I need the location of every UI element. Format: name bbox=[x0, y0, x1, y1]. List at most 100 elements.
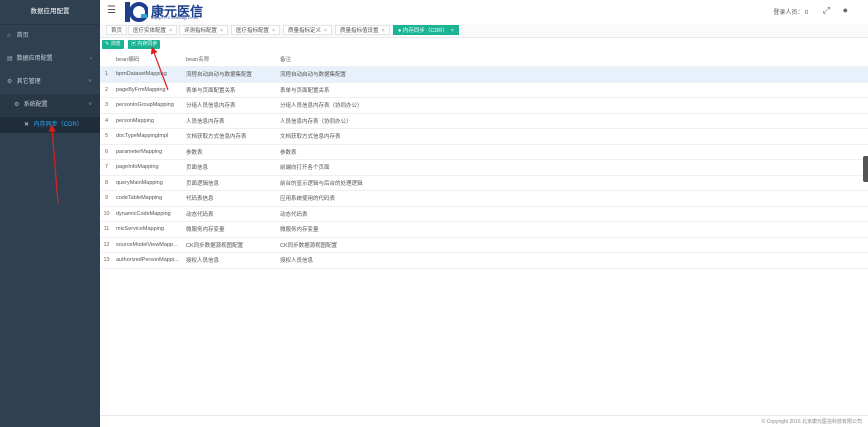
tab-label: 医疗指标配置 bbox=[236, 28, 270, 34]
footer: © Copyright 2016 北京康元医信科技有限公司 bbox=[100, 415, 868, 427]
table-row[interactable]: 11 micServiceMapping 微服务内存变量 微服务内存变量 bbox=[100, 221, 868, 238]
row-number: 10 bbox=[100, 206, 113, 222]
bean-name-cell: 微服务内存变量 bbox=[183, 221, 277, 238]
table-row[interactable]: 7 pageInfoMapping 页面信息 前端向打开各个页面 bbox=[100, 159, 868, 176]
tab-quality-define[interactable]: 质量指标定义 × bbox=[283, 25, 333, 35]
column-header[interactable]: bean编码 bbox=[113, 52, 183, 67]
browse-button-label: 浏览 bbox=[110, 41, 121, 47]
column-header[interactable]: bean名称 bbox=[183, 52, 277, 67]
table-header-row: bean编码 bean名称 备注 bbox=[100, 52, 868, 67]
remark-cell: 分组人员信息内存表（协同办公） bbox=[277, 97, 868, 114]
memory-sync-button-label: 内存同步 bbox=[137, 41, 158, 47]
browse-button[interactable]: ✎ 浏览 bbox=[102, 40, 124, 49]
data-table: bean编码 bean名称 备注 1 bpmDatasetMapping 流程自动启… bbox=[100, 52, 868, 269]
remark-cell: CK同步数据源视图配置 bbox=[277, 237, 868, 253]
remark-cell: 授权人员信息 bbox=[277, 252, 868, 269]
table-row[interactable]: 3 personInGroupMapping 分组人员信息内存表 分组人员信息内存表（… bbox=[100, 97, 868, 114]
tools-icon: ✕ bbox=[24, 122, 30, 128]
table-row[interactable]: 5 docTypeMappingImpl 文档获取方式信息内存表 文档获取方式信息内存… bbox=[100, 128, 868, 145]
close-icon[interactable]: × bbox=[324, 28, 327, 34]
row-number: 4 bbox=[100, 113, 113, 129]
home-icon: ⌂ bbox=[7, 33, 11, 39]
row-number: 1 bbox=[100, 66, 113, 83]
sidebar-item-memory-sync[interactable]: ✕ 内存同步（CDR） bbox=[0, 117, 100, 133]
login-user-name: it bbox=[805, 10, 808, 16]
row-number: 5 bbox=[100, 128, 113, 145]
tab-medical-entity[interactable]: 医疗实体配置 × bbox=[128, 25, 178, 35]
menu-toggle-icon[interactable]: ☰ bbox=[107, 6, 116, 16]
sidebar-item-label: 首页 bbox=[16, 33, 29, 39]
side-scroll-handle[interactable] bbox=[863, 156, 868, 182]
bean-code-cell: personInGroupMapping bbox=[113, 97, 183, 114]
table-row[interactable]: 6 parameterMapping 参数表 参数表 bbox=[100, 144, 868, 160]
tab-label: 质量指标值设置 bbox=[340, 28, 379, 34]
bean-name-cell: 人员信息内存表 bbox=[183, 113, 277, 129]
chevron-down-icon: ˅ bbox=[88, 79, 92, 85]
bean-code-cell: bpmDatasetMapping bbox=[113, 66, 183, 83]
remark-cell: 前端向打开各个页面 bbox=[277, 159, 868, 176]
row-number: 8 bbox=[100, 175, 113, 191]
tab-label: 医疗实体配置 bbox=[133, 28, 167, 34]
table-row[interactable]: 8 queryMainMapping 页面逻辑信息 前台的显示逻辑与后台的处理逻辑 bbox=[100, 175, 868, 191]
memory-sync-button[interactable]: ▣ 内存同步 bbox=[128, 40, 161, 49]
table-row[interactable]: 9 codeTableMapping 代码表信息 应用系统使用的代码表 bbox=[100, 190, 868, 207]
table-row[interactable]: 10 dynamicCodeMapping 动态代码表 动态代码表 bbox=[100, 206, 868, 222]
bean-name-cell: 流程自动启动与数据集配置 bbox=[183, 66, 277, 83]
tab-memory-sync[interactable]: ● 内存同步（CDR） × bbox=[393, 25, 459, 35]
close-icon[interactable]: × bbox=[220, 28, 223, 34]
toolbar: ✎ 浏览 ▣ 内存同步 bbox=[100, 38, 868, 52]
row-number: 2 bbox=[100, 82, 113, 98]
tab-label: 首页 bbox=[111, 28, 123, 34]
row-number: 7 bbox=[100, 159, 113, 176]
table-row[interactable]: 13 authorizedPersonMappi... 授权人员信息 授权人员信息 bbox=[100, 252, 868, 269]
fullscreen-icon[interactable]: ⤢ bbox=[823, 5, 830, 15]
chevron-down-icon: ˅ bbox=[88, 102, 92, 108]
table-row[interactable]: 1 bpmDatasetMapping 流程自动启动与数据集配置 流程自动启动与数据集… bbox=[100, 66, 868, 83]
row-number: 12 bbox=[100, 237, 113, 253]
bean-name-cell: 参数表 bbox=[183, 144, 277, 160]
sidebar-item-label: 内存同步（CDR） bbox=[33, 122, 83, 128]
edit-icon: ✎ bbox=[105, 41, 110, 47]
remark-cell: 文档获取方式信息内存表 bbox=[277, 128, 868, 145]
top-bar: ☰ 康元医信 Beijing KYYX Technology Co.,Ltd 登… bbox=[100, 0, 868, 25]
database-icon: ▤ bbox=[7, 56, 13, 62]
login-user-label: 登录人员： bbox=[773, 10, 804, 16]
table-row[interactable]: 4 personMapping 人员信息内存表 人员信息内存表（协同办公） bbox=[100, 113, 868, 129]
settings-icon: ⚙ bbox=[7, 79, 13, 85]
row-number: 9 bbox=[100, 190, 113, 207]
tab-quality-value[interactable]: 质量指标值设置 × bbox=[335, 25, 390, 35]
remark-cell: 应用系统使用的代码表 bbox=[277, 190, 868, 207]
remark-cell: 流程自动启动与数据集配置 bbox=[277, 66, 868, 83]
table-row[interactable]: 2 pageByFrmMapping 表单与页面配置关系 表单与页面配置关系 bbox=[100, 82, 868, 98]
tab-label: 内存同步（CDR） bbox=[402, 28, 448, 34]
bean-code-cell: codeTableMapping bbox=[113, 190, 183, 207]
sidebar-item-data-config[interactable]: ▤ 数据应用配置 ‹ bbox=[0, 48, 100, 71]
tab-medical-indicator[interactable]: 医疗指标配置 × bbox=[231, 25, 281, 35]
close-icon[interactable]: × bbox=[272, 28, 275, 34]
remark-cell: 动态代码表 bbox=[277, 206, 868, 222]
sidebar-item-home[interactable]: ⌂ 首页 bbox=[0, 25, 100, 48]
tab-home[interactable]: 首页 bbox=[106, 25, 128, 35]
bean-name-cell: 动态代码表 bbox=[183, 206, 277, 222]
bean-code-cell: dynamicCodeMapping bbox=[113, 206, 183, 222]
row-number: 11 bbox=[100, 221, 113, 238]
remark-cell: 前台的显示逻辑与后台的处理逻辑 bbox=[277, 175, 868, 191]
user-icon[interactable]: ● bbox=[843, 5, 848, 15]
tab-eval-indicator[interactable]: 评测指标配置 × bbox=[179, 25, 229, 35]
dot-icon: ● bbox=[398, 28, 402, 34]
column-header[interactable]: 备注 bbox=[277, 52, 868, 67]
copyright: © Copyright 2016 北京康元医信科技有限公司 bbox=[761, 419, 862, 425]
bean-code-cell: parameterMapping bbox=[113, 144, 183, 160]
close-icon[interactable]: × bbox=[382, 28, 385, 34]
row-number: 3 bbox=[100, 97, 113, 114]
sync-icon: ▣ bbox=[131, 41, 137, 47]
close-icon[interactable]: × bbox=[169, 28, 172, 34]
tab-label: 质量指标定义 bbox=[288, 28, 322, 34]
table-row[interactable]: 12 sourceModelViewMapp... CK同步数据源视图配置 CK同步数… bbox=[100, 237, 868, 253]
close-icon[interactable]: × bbox=[451, 28, 454, 34]
sidebar-item-system-config[interactable]: ⚙ 系统配置 ˅ bbox=[0, 94, 100, 117]
bean-name-cell: 授权人员信息 bbox=[183, 252, 277, 269]
sidebar-item-other[interactable]: ⚙ 其它管理 ˅ bbox=[0, 71, 100, 94]
bean-code-cell: sourceModelViewMapp... bbox=[113, 237, 183, 253]
remark-cell: 微服务内存变量 bbox=[277, 221, 868, 238]
